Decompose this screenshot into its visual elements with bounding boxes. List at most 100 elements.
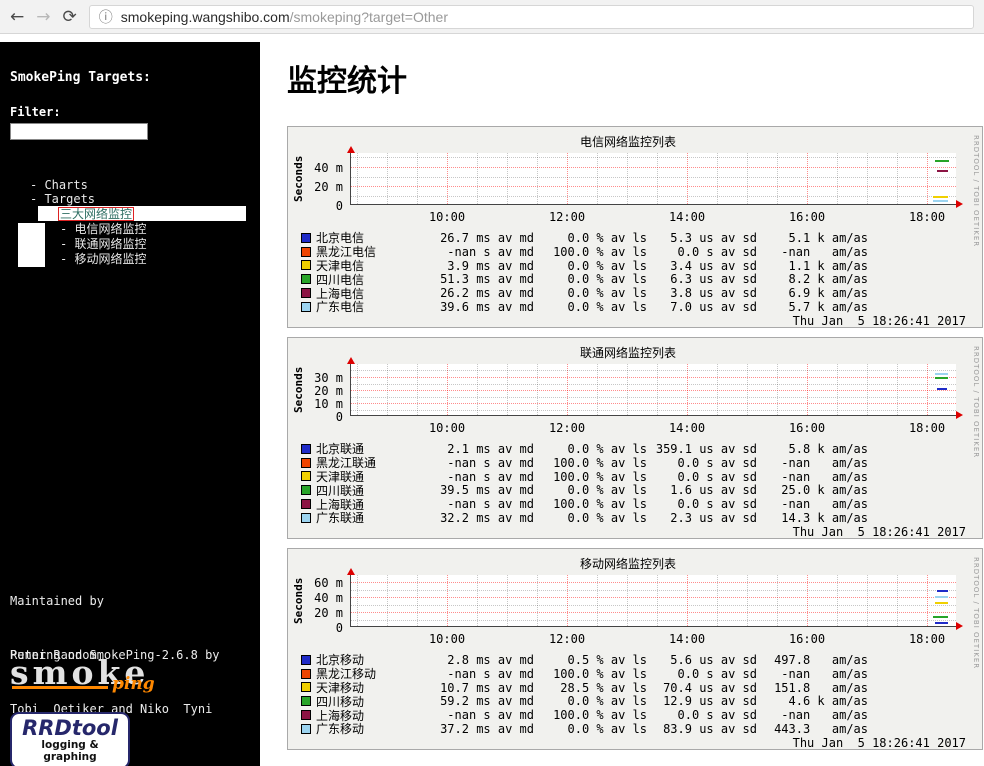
legend-stat-value: 26.7 ms av md bbox=[440, 230, 534, 245]
legend-stat-value: -nan s av md bbox=[447, 497, 534, 512]
url-path: /smokeping?target=Other bbox=[289, 8, 448, 25]
screen: ← → ⟳ ⓘ smokeping.wangshibo.com/smokepin… bbox=[0, 0, 984, 766]
series-segment bbox=[933, 616, 948, 618]
legend-stat-value: -nan s av md bbox=[447, 244, 534, 259]
x-axis-arrow-icon bbox=[956, 200, 963, 208]
legend-row: 广东移动 37.2 ms av md 0.0 % av ls 83.9 us av s… bbox=[301, 722, 868, 736]
tree-item-selected-row[interactable]: 三大网络监控 bbox=[38, 206, 246, 221]
rrdtool-logo[interactable]: RRDtool logging & graphing bbox=[10, 712, 130, 766]
legend-stat-value: 0.0 % av ls bbox=[567, 286, 647, 301]
legend-stat-value: 3.9 ms av md bbox=[447, 258, 534, 273]
legend-stat-value: -nan am/as bbox=[781, 708, 868, 723]
legend-stat-value: 100.0 % av ls bbox=[553, 666, 647, 681]
legend-stat-value: 26.2 ms av md bbox=[440, 286, 534, 301]
legend-stat-value: 5.6 us av sd bbox=[670, 652, 757, 667]
legend-stat-value: 497.8 am/as bbox=[774, 652, 868, 667]
gridline bbox=[351, 186, 956, 187]
y-tick-label: 0 bbox=[335, 621, 343, 635]
chart-plot: 40 m 20 m 0 10:00 12:00 14:00 16:00 18:00 bbox=[314, 146, 963, 224]
legend-stat-value: 0.0 % av ls bbox=[567, 272, 647, 287]
legend-stat-value: 32.2 ms av md bbox=[440, 510, 534, 525]
x-tick-label: 16:00 bbox=[788, 632, 826, 646]
forward-icon[interactable]: → bbox=[36, 7, 50, 27]
tree-item-telecom[interactable]: - 电信网络监控 bbox=[60, 222, 250, 237]
chart-title: 移动网络监控列表 bbox=[579, 557, 676, 571]
legend-stat-value: 0.0 % av ls bbox=[567, 694, 647, 709]
series-segment bbox=[933, 196, 948, 198]
legend-stat-value: 0.0 % av ls bbox=[567, 510, 647, 525]
y-tick-label: 10 m bbox=[314, 397, 343, 411]
chart-legend: 北京联通 2.1 ms av md 0.0 % av ls 359.1 us av s… bbox=[301, 442, 868, 525]
legend-stat-value: 3.4 us av sd bbox=[670, 258, 757, 273]
legend-target-name: 广东联通 bbox=[316, 511, 365, 526]
address-bar[interactable]: ⓘ smokeping.wangshibo.com/smokeping?targ… bbox=[88, 4, 974, 29]
filter-input[interactable] bbox=[10, 123, 148, 140]
legend-stat-value: 37.2 ms av md bbox=[440, 721, 534, 736]
legend-stat-value: 14.3 k am/as bbox=[781, 510, 868, 525]
legend-stat-value: 10.7 ms av md bbox=[440, 680, 534, 695]
chart-timestamp: Thu Jan 5 18:26:41 2017 bbox=[792, 736, 966, 750]
gridline bbox=[351, 410, 956, 411]
legend-stat-value: 5.1 k am/as bbox=[788, 230, 868, 245]
legend-stat-value: -nan s av md bbox=[447, 708, 534, 723]
legend-stat-value: -nan am/as bbox=[781, 244, 868, 259]
tree-item-targets[interactable]: - Targets bbox=[30, 192, 250, 206]
legend-stat-value: 59.2 ms av md bbox=[440, 694, 534, 709]
legend-stat-value: 100.0 % av ls bbox=[553, 455, 647, 470]
gridline bbox=[351, 177, 956, 178]
y-tick-label: 20 m bbox=[314, 384, 343, 398]
x-tick-label: 16:00 bbox=[788, 421, 826, 435]
legend-stat-value: 28.5 % av ls bbox=[560, 680, 647, 695]
legend-stat-value: -nan am/as bbox=[781, 455, 868, 470]
tree-item-charts[interactable]: - Charts bbox=[30, 178, 250, 192]
chart-legend: 北京移动 2.8 ms av md 0.5 % av ls 5.6 us av sd 4… bbox=[301, 653, 868, 736]
gridline bbox=[351, 167, 956, 168]
legend-stat-value: 8.2 k am/as bbox=[788, 272, 868, 287]
legend-stat-value: 100.0 % av ls bbox=[553, 244, 647, 259]
chart-plot: 30 m 20 m 10 m 0 10:00 12:00 14:00 16:00 18:00 bbox=[314, 357, 963, 435]
gridline bbox=[351, 403, 956, 404]
tree-item-mobile[interactable]: - 移动网络监控 bbox=[60, 252, 250, 267]
series-segment bbox=[935, 377, 948, 379]
url-domain: smokeping.wangshibo.com bbox=[120, 8, 290, 25]
legend-color-swatch bbox=[301, 499, 311, 510]
legend-stat-value: 70.4 us av sd bbox=[663, 680, 757, 695]
x-tick-label: 18:00 bbox=[908, 421, 946, 435]
legend-stat-value: 0.0 % av ls bbox=[567, 230, 647, 245]
legend-color-swatch bbox=[301, 682, 311, 693]
x-tick-label: 14:00 bbox=[668, 421, 706, 435]
back-icon[interactable]: ← bbox=[10, 7, 24, 27]
chart-panel[interactable]: 电信网络监控列表 Seconds 40 m 20 m 0 10:00 12:00 14:0… bbox=[287, 126, 983, 328]
x-tick-label: 14:00 bbox=[668, 210, 706, 224]
tree-item-selected[interactable]: 三大网络监控 bbox=[58, 206, 135, 221]
legend-stat-value: 100.0 % av ls bbox=[553, 708, 647, 723]
legend-color-swatch bbox=[301, 274, 311, 285]
legend-stat-value: 0.0 s av sd bbox=[677, 497, 757, 512]
y-tick-label: 0 bbox=[335, 199, 343, 213]
legend-stat-value: -nan am/as bbox=[781, 469, 868, 484]
refresh-icon[interactable]: ⟳ bbox=[63, 7, 77, 27]
chart-panel[interactable]: 移动网络监控列表 Seconds 60 m 40 m 20 m 0 10:00 12:00… bbox=[287, 548, 983, 750]
chart-legend: 北京电信 26.7 ms av md 0.0 % av ls 5.3 us av sd… bbox=[301, 231, 868, 314]
x-tick-label: 10:00 bbox=[428, 421, 466, 435]
y-axis-arrow-icon bbox=[347, 568, 355, 575]
page-body: SmokePing Targets: Filter: - Charts - Ta… bbox=[0, 34, 984, 766]
legend-target-name: 广东电信 bbox=[316, 300, 365, 315]
info-icon[interactable]: ⓘ bbox=[99, 7, 113, 27]
legend-stat-value: 0.0 s av sd bbox=[677, 455, 757, 470]
legend-stat-value: 39.6 ms av md bbox=[440, 299, 534, 314]
tree-children: - 电信网络监控 - 联通网络监控 - 移动网络监控 bbox=[10, 222, 250, 267]
legend-stat-value: -nan s av md bbox=[447, 469, 534, 484]
charts-list: 电信网络监控列表 Seconds 40 m 20 m 0 10:00 12:00 14:0… bbox=[287, 126, 984, 750]
legend-color-swatch bbox=[301, 288, 311, 299]
chart-panel[interactable]: 联通网络监控列表 Seconds 30 m 20 m 10 m 0 10:00 12:00… bbox=[287, 337, 983, 539]
filter-label: Filter: bbox=[10, 105, 61, 119]
y-tick-label: 40 m bbox=[314, 161, 343, 175]
smokeping-logo[interactable]: smoke ping bbox=[10, 652, 180, 700]
tree-item-unicom[interactable]: - 联通网络监控 bbox=[60, 237, 250, 252]
legend-stat-value: 0.0 % av ls bbox=[567, 299, 647, 314]
x-tick-label: 10:00 bbox=[428, 632, 466, 646]
legend-stat-value: 83.9 us av sd bbox=[663, 721, 757, 736]
legend-stat-value: 0.0 s av sd bbox=[677, 666, 757, 681]
legend-stat-value: 0.5 % av ls bbox=[567, 652, 647, 667]
